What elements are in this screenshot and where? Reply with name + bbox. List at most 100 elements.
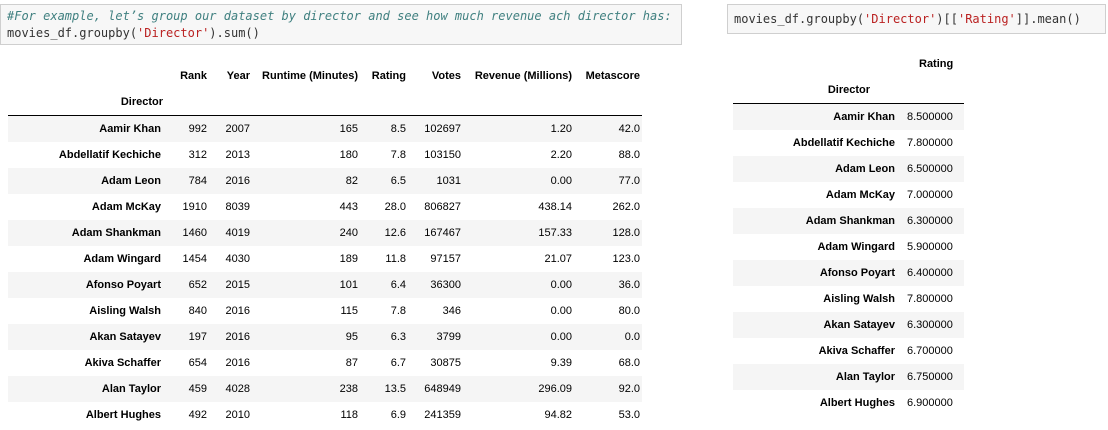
- table-cell: 459: [188, 383, 207, 395]
- table-row: Aisling Walsh 840 2016 115 7.8 346 0.00 80.0: [8, 298, 642, 324]
- row-index-label: Abdellatif Kechiche: [792, 137, 895, 149]
- table-cell: 438.14: [538, 201, 572, 213]
- header-blank: [733, 51, 907, 77]
- table-cell: 97157: [430, 253, 461, 265]
- table-cell: 7.800000: [907, 137, 953, 149]
- table-cell: 312: [188, 149, 207, 161]
- table-cell: 6.700000: [907, 345, 953, 357]
- table-cell: 2016: [225, 357, 250, 369]
- table-cell: 95: [345, 331, 358, 343]
- table-cell: 115: [340, 305, 358, 317]
- table-row: Adam Shankman 1460 4019 240 12.6 167467 157.33…: [8, 220, 642, 246]
- code-line: movies_df.groupby('Director')[['Rating']…: [734, 12, 1081, 26]
- table-cell: 102697: [424, 123, 461, 135]
- table-row: Adam Leon 784 2016 82 6.5 1031 0.00 77.0: [8, 168, 642, 194]
- row-index-label: Adam Wingard: [817, 241, 895, 253]
- column-header-row: Rank Year Runtime (Minutes) Rating Votes…: [8, 63, 642, 89]
- row-index-label: Aisling Walsh: [823, 293, 895, 305]
- table-cell: 6.500000: [907, 163, 953, 175]
- table-cell: 167467: [424, 227, 461, 239]
- table-row: Aamir Khan 8.500000: [733, 103, 964, 130]
- table-cell: 5.900000: [907, 241, 953, 253]
- table-cell: 0.00: [550, 279, 572, 291]
- table-cell: 652: [188, 279, 207, 291]
- table-cell: 2013: [225, 149, 250, 161]
- row-index-label: Afonso Poyart: [85, 279, 161, 291]
- table-cell: 2010: [225, 409, 250, 421]
- index-name-header: Director: [733, 77, 907, 104]
- table-cell: 654: [188, 357, 207, 369]
- code-line: movies_df.groupby('Director').sum(): [7, 26, 260, 40]
- table-cell: 9.39: [550, 357, 572, 369]
- row-index-label: Adam McKay: [91, 201, 161, 213]
- table-cell: 1.20: [550, 123, 572, 135]
- table-row: Adam McKay 1910 8039 443 28.0 806827 438.14 262…: [8, 194, 642, 220]
- table-cell: 21.07: [544, 253, 572, 265]
- table-cell: 6.5: [390, 175, 406, 187]
- table-cell: 2.20: [550, 149, 572, 161]
- table-cell: 36300: [430, 279, 461, 291]
- table-cell: 7.800000: [907, 293, 953, 305]
- table-cell: 6.7: [390, 357, 406, 369]
- column-header: Year: [226, 70, 250, 82]
- table-cell: 118: [340, 409, 358, 421]
- row-index-label: Albert Hughes: [819, 397, 895, 409]
- table-cell: 6.4: [390, 279, 406, 291]
- table-row: Adam Leon 6.500000: [733, 156, 964, 182]
- column-header: Votes: [431, 70, 461, 82]
- table-row: Afonso Poyart 6.400000: [733, 260, 964, 286]
- table-row: Abdellatif Kechiche 312 2013 180 7.8 103150 2.…: [8, 142, 642, 168]
- row-index-label: Abdellatif Kechiche: [58, 149, 161, 161]
- table-cell: 4028: [225, 383, 250, 395]
- table-cell: 28.0: [384, 201, 406, 213]
- table-cell: 992: [188, 123, 207, 135]
- table-cell: 6.750000: [907, 371, 953, 383]
- row-index-label: Adam Wingard: [83, 253, 161, 265]
- table-row: Akan Satayev 6.300000: [733, 312, 964, 338]
- table-cell: 13.5: [384, 383, 406, 395]
- table-cell: 241359: [424, 409, 461, 421]
- table-cell: 8.5: [390, 123, 406, 135]
- row-index-label: Adam Shankman: [71, 227, 161, 239]
- table-row: Aisling Walsh 7.800000: [733, 286, 964, 312]
- table-cell: 346: [442, 305, 461, 317]
- table-cell: 2016: [225, 331, 250, 343]
- table-cell: 4030: [225, 253, 250, 265]
- table-cell: 68.0: [618, 357, 640, 369]
- row-index-label: Afonso Poyart: [819, 267, 895, 279]
- table-cell: 1460: [182, 227, 207, 239]
- table-cell: 157.33: [538, 227, 572, 239]
- table-cell: 128.0: [612, 227, 640, 239]
- row-index-label: Albert Hughes: [85, 409, 161, 421]
- table-cell: 101: [339, 279, 358, 291]
- table-cell: 3799: [436, 331, 461, 343]
- table-cell: 262.0: [612, 201, 640, 213]
- column-header-row: Rating: [733, 51, 964, 77]
- groupby-sum-code-cell[interactable]: #For example, let’s group our dataset by…: [0, 4, 682, 45]
- table-cell: 80.0: [618, 305, 640, 317]
- table-row: Aamir Khan 992 2007 165 8.5 102697 1.20 42.0: [8, 115, 642, 142]
- table-cell: 77.0: [618, 175, 640, 187]
- column-header: Revenue (Millions): [474, 70, 572, 82]
- table-cell: 197: [188, 331, 207, 343]
- table-cell: 87: [345, 357, 358, 369]
- table-cell: 94.82: [544, 409, 572, 421]
- table-cell: 180: [339, 149, 358, 161]
- groupby-mean-code-cell[interactable]: movies_df.groupby('Director')[['Rating']…: [727, 4, 1106, 34]
- table-cell: 165: [339, 123, 358, 135]
- table-cell: 0.0: [624, 331, 640, 343]
- column-header: Rank: [180, 70, 207, 82]
- row-index-label: Aamir Khan: [99, 123, 161, 135]
- table-cell: 7.000000: [907, 189, 953, 201]
- table-cell: 0.00: [550, 175, 572, 187]
- table-cell: 8039: [225, 201, 250, 213]
- groupby-mean-output-table: Rating Director Aamir Khan 8.500000 Abdell…: [733, 51, 964, 416]
- header-blank: [8, 63, 175, 89]
- row-index-label: Alan Taylor: [101, 383, 161, 395]
- table-cell: 6.9: [390, 409, 406, 421]
- row-index-label: Akiva Schaffer: [818, 345, 895, 357]
- table-cell: 806827: [424, 201, 461, 213]
- table-cell: 123.0: [612, 253, 640, 265]
- code-comment: #For example, let’s group our dataset by…: [7, 9, 672, 23]
- table-cell: 238: [339, 383, 358, 395]
